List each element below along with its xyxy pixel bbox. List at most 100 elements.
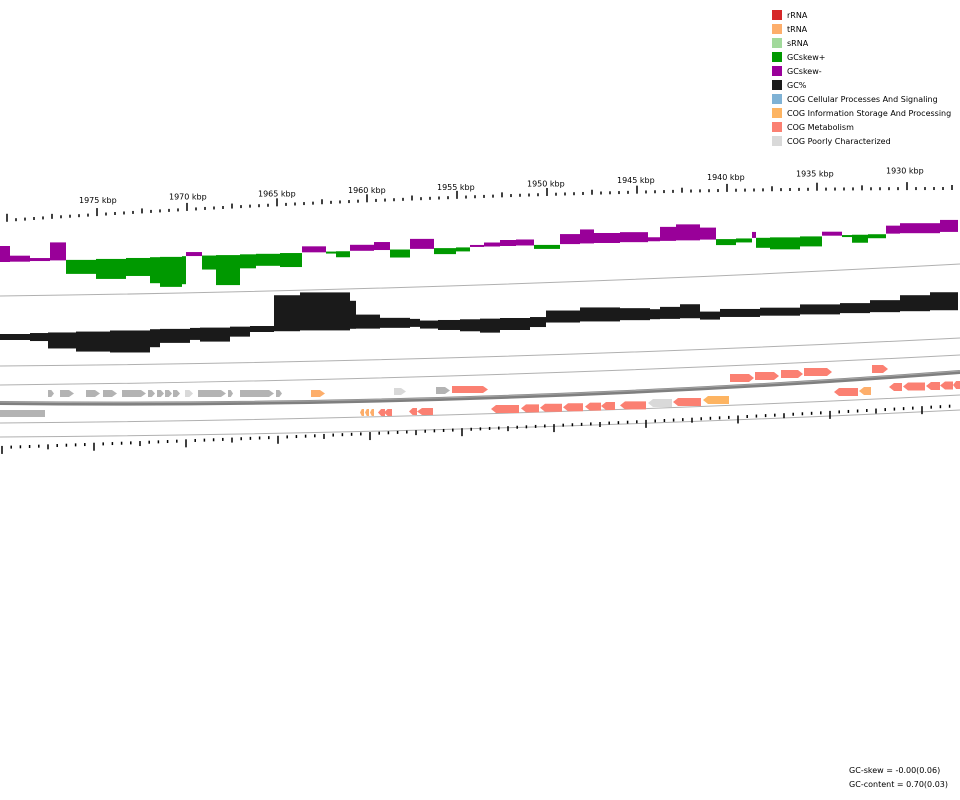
gene-forward xyxy=(452,386,488,393)
scale-tick-labels: 1975 kbp 1970 kbp 1965 kbp 1960 kbp 1955 kbp… xyxy=(79,166,924,205)
gene-reverse xyxy=(491,405,519,413)
gc-skew-positive-bar xyxy=(96,258,126,279)
legend-swatch xyxy=(772,10,782,20)
gene-reverse xyxy=(378,409,385,416)
gene-forward xyxy=(804,368,832,376)
gc-content-bar xyxy=(546,310,580,323)
gene-forward xyxy=(198,390,226,397)
gc-content-bar xyxy=(680,304,700,319)
gc-skew-negative-bar xyxy=(350,244,374,251)
gene-forward xyxy=(86,390,100,397)
legend-label: tRNA xyxy=(787,24,808,34)
gc-skew-positive-bar xyxy=(326,251,336,254)
legend-swatch xyxy=(772,66,782,76)
legend-item-cog-information: COG Information Storage And Processing xyxy=(772,106,951,120)
gc-skew-track xyxy=(0,219,958,287)
gc-content-stat: GC-content = 0.70(0.03) xyxy=(849,780,948,789)
gc-skew-negative-bar xyxy=(30,258,50,262)
gc-skew-positive-bar xyxy=(390,249,410,258)
legend-item-gc-percent: GC% xyxy=(772,78,951,92)
gc-skew-negative-bar xyxy=(900,223,940,234)
gc-skew-negative-bar xyxy=(470,244,484,247)
gc-skew-positive-bar xyxy=(756,237,770,248)
gc-skew-negative-bar xyxy=(752,231,756,238)
legend-label: GC% xyxy=(787,80,807,90)
gc-skew-positive-bar xyxy=(126,257,150,276)
legend-item-srna: sRNA xyxy=(772,36,951,50)
gene-reverse xyxy=(953,381,960,389)
gene-forward xyxy=(276,390,282,397)
gc-skew-negative-bar xyxy=(886,225,900,234)
legend-label: COG Information Storage And Processing xyxy=(787,108,952,118)
legend-label: COG Poorly Characterized xyxy=(787,136,891,146)
gc-skew-negative-bar xyxy=(186,252,202,257)
gc-skew-positive-bar xyxy=(770,237,800,250)
gene-forward xyxy=(157,390,164,397)
gc-skew-positive-bar xyxy=(216,255,240,286)
gc-skew-negative-bar xyxy=(302,246,326,253)
gc-skew-negative-bar xyxy=(374,242,390,251)
gene-reverse xyxy=(365,409,369,416)
gc-content-bar xyxy=(660,306,680,319)
gc-content-bar xyxy=(110,330,150,353)
gc-content-bar xyxy=(500,318,530,330)
gc-content-bar xyxy=(900,295,930,312)
gc-skew-negative-bar xyxy=(648,237,660,242)
gc-content-bar xyxy=(438,319,460,330)
gc-content-bar xyxy=(800,304,840,315)
gc-skew-positive-bar xyxy=(202,255,216,270)
gene-reverse xyxy=(417,408,433,415)
gc-content-bar xyxy=(274,295,300,332)
gc-content-bar xyxy=(190,327,200,340)
gc-skew-positive-bar xyxy=(66,259,96,274)
gc-skew-negative-bar xyxy=(50,242,66,261)
gc-skew-positive-bar xyxy=(456,247,470,252)
gc-content-bar xyxy=(720,308,760,317)
gc-content-bar xyxy=(160,328,190,343)
gene-reverse xyxy=(903,382,925,391)
gc-skew-positive-bar xyxy=(716,239,736,246)
gene-forward xyxy=(755,372,779,380)
gene-reverse xyxy=(521,404,539,413)
gene-forward xyxy=(872,365,888,373)
gene-reverse xyxy=(563,403,583,412)
gc-skew-negative-bar xyxy=(822,231,842,236)
legend-item-trna: tRNA xyxy=(772,22,951,36)
tick-label: 1965 kbp xyxy=(258,189,296,198)
gc-skew-positive-bar xyxy=(150,257,160,284)
gc-skew-positive-bar xyxy=(240,254,256,269)
legend-swatch xyxy=(772,24,782,34)
gene-reverse xyxy=(703,396,729,404)
gc-content-bar xyxy=(480,318,500,333)
legend-label: rRNA xyxy=(787,10,808,20)
gc-content-bar xyxy=(356,314,380,329)
gc-skew-negative-bar xyxy=(500,240,516,246)
gc-skew-negative-bar xyxy=(0,246,10,262)
gene-reverse xyxy=(648,399,672,407)
tick-label: 1960 kbp xyxy=(348,186,386,195)
gene-forward xyxy=(436,387,450,394)
gc-skew-negative-bar xyxy=(660,226,676,241)
legend-item-cog-cellular: COG Cellular Processes And Signaling xyxy=(772,92,951,106)
gc-skew-positive-bar xyxy=(280,253,302,268)
gc-skew-positive-bar xyxy=(160,256,182,287)
gc-skew-negative-bar xyxy=(560,234,580,245)
gene-forward xyxy=(781,370,803,378)
gc-content-bar xyxy=(870,300,900,313)
gc-content-bar xyxy=(620,308,650,321)
gc-content-bar xyxy=(700,311,720,320)
legend-item-gcskew-minus: GCskew- xyxy=(772,64,951,78)
gc-skew-stat: GC-skew = -0.00(0.06) xyxy=(849,766,941,775)
legend-label: GCskew- xyxy=(787,66,822,76)
tick-label: 1935 kbp xyxy=(796,170,834,179)
tick-label: 1955 kbp xyxy=(437,183,475,192)
legend-item-cog-poorly: COG Poorly Characterized xyxy=(772,134,951,148)
gene-forward xyxy=(240,390,274,397)
legend-swatch xyxy=(772,108,782,118)
gene-feature-track xyxy=(0,365,960,417)
legend-swatch xyxy=(772,122,782,132)
legend: rRNA tRNA sRNA GCskew+ GCskew- GC% COG C… xyxy=(772,8,951,148)
gc-content-bar xyxy=(230,326,250,337)
gene-forward xyxy=(394,388,406,395)
gc-skew-positive-bar xyxy=(852,234,868,243)
